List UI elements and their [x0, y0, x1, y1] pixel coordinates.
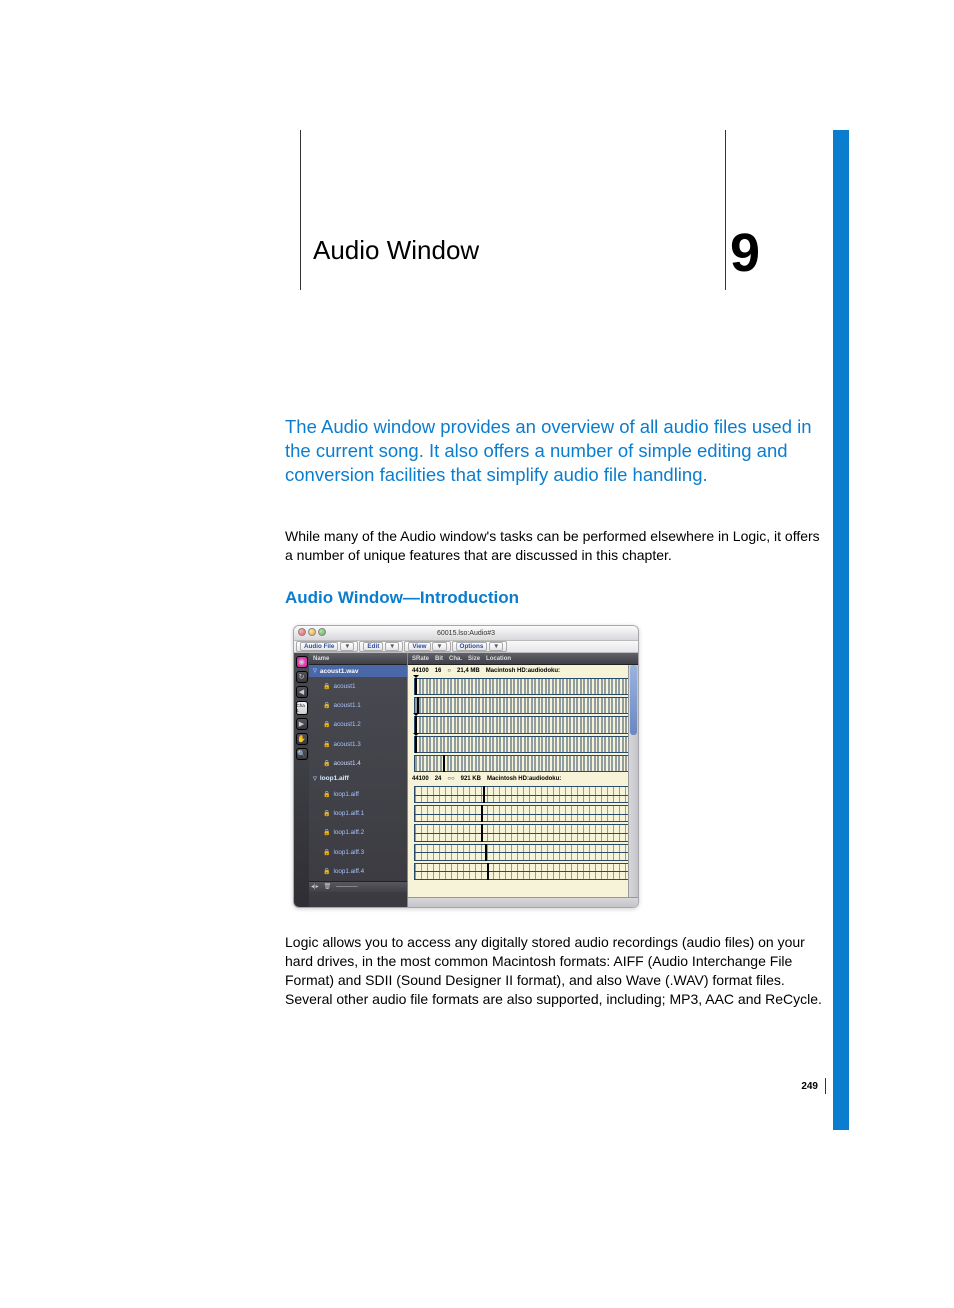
region-row[interactable]: 🔒acoust1.4: [309, 754, 407, 773]
waveform[interactable]: [408, 862, 638, 881]
region-row[interactable]: 🔒acoust1: [309, 677, 407, 696]
minimize-icon[interactable]: [308, 628, 316, 636]
lock-icon: 🔒: [323, 721, 330, 728]
waveform[interactable]: [408, 754, 638, 773]
lock-icon: 🔒: [323, 849, 330, 856]
lock-icon: 🔒: [323, 810, 330, 817]
waveform[interactable]: [408, 677, 638, 696]
tool-button-pointer[interactable]: ▶: [296, 718, 308, 730]
region-row[interactable]: 🔒loop1.aiff.1: [309, 804, 407, 823]
file-row[interactable]: ▽loop1.aiff: [309, 773, 407, 785]
waveform-column: SRate Bit Cha. Size Location 4410016○21,…: [407, 653, 638, 907]
disclosure-icon[interactable]: ▽: [313, 668, 317, 674]
disclosure-icon[interactable]: ▽: [313, 776, 317, 782]
chapter-number: 9: [730, 222, 760, 284]
window-menubar: Audio File ▼ Edit ▼ View ▼ Options ▼: [294, 641, 638, 653]
zoom-icon[interactable]: [318, 628, 326, 636]
lock-icon: 🔒: [323, 829, 330, 836]
region-row[interactable]: 🔒acoust1.2: [309, 715, 407, 734]
region-row[interactable]: 🔒acoust1.1: [309, 696, 407, 715]
list-header: Name: [309, 653, 407, 665]
window-title: 60015.lso:Audio#3: [437, 630, 495, 637]
menu-audio-file[interactable]: Audio File ▼: [296, 641, 358, 652]
region-row[interactable]: 🔒loop1.aiff.2: [309, 823, 407, 842]
waveform[interactable]: [408, 804, 638, 823]
header-rule-left: [300, 130, 301, 290]
waveform[interactable]: [408, 785, 638, 804]
lock-icon: 🔒: [323, 868, 330, 875]
file-info-row: 4410024○○921 KBMacintosh HD:audiodoku:: [408, 773, 638, 785]
figure-audio-window: 60015.lso:Audio#3 Audio File ▼ Edit ▼ Vi…: [293, 625, 639, 908]
tool-button-hand[interactable]: ✋: [296, 733, 308, 745]
file-row[interactable]: ▽acoust1.wav: [309, 665, 407, 677]
waveform[interactable]: [408, 715, 638, 734]
region-row[interactable]: 🔒acoust1.3: [309, 735, 407, 754]
window-traffic-lights[interactable]: [298, 628, 326, 636]
page-number-rule: [825, 1078, 826, 1094]
window-titlebar: 60015.lso:Audio#3: [294, 626, 638, 641]
tool-button-1[interactable]: ◉: [296, 656, 308, 668]
body-paragraph-2: Logic allows you to access any digitally…: [285, 933, 830, 1009]
tool-button-zoom[interactable]: 🔍: [296, 748, 308, 760]
close-icon[interactable]: [298, 628, 306, 636]
tool-column: ◉ ↻ ◀ Cha 1 ▶ ✋ 🔍: [294, 653, 309, 907]
tool-button-loop[interactable]: ↻: [296, 671, 308, 683]
region-row[interactable]: 🔒loop1.aiff.3: [309, 843, 407, 862]
lock-icon: 🔒: [323, 791, 330, 798]
waveform[interactable]: [408, 823, 638, 842]
waveform[interactable]: [408, 696, 638, 715]
menu-options[interactable]: Options ▼: [452, 641, 508, 652]
section-title: Audio Window—Introduction: [285, 588, 519, 608]
region-row[interactable]: 🔒loop1.aiff.4: [309, 862, 407, 881]
lock-icon: 🔒: [323, 760, 330, 767]
file-info-row: 4410016○21,4 MBMacintosh HD:audiodoku:: [408, 665, 638, 677]
tool-button-channel[interactable]: Cha 1: [296, 701, 308, 715]
lock-icon: 🔒: [323, 683, 330, 690]
list-bottom-bar: ◂|▸ 🗑 ─────: [309, 881, 407, 892]
scrollbar-vertical[interactable]: [628, 665, 638, 897]
lock-icon: 🔒: [323, 702, 330, 709]
waveform[interactable]: [408, 735, 638, 754]
tool-button-speaker[interactable]: ◀: [296, 686, 308, 698]
chapter-title: Audio Window: [285, 235, 725, 266]
lock-icon: 🔒: [323, 741, 330, 748]
menu-edit[interactable]: Edit ▼: [359, 641, 403, 652]
body-paragraph-1: While many of the Audio window's tasks c…: [285, 527, 830, 565]
chapter-edge-bar: [833, 130, 849, 1130]
page-number: 249: [801, 1081, 818, 1092]
scrollbar-horizontal[interactable]: [408, 897, 638, 907]
wave-header: SRate Bit Cha. Size Location: [408, 653, 638, 665]
waveform[interactable]: [408, 843, 638, 862]
chapter-intro: The Audio window provides an overview of…: [285, 415, 830, 487]
header-rule-right: [725, 130, 726, 290]
file-list-column: Name ▽acoust1.wav 🔒acoust1 🔒acoust1.1 🔒a…: [309, 653, 407, 907]
region-row[interactable]: 🔒loop1.aiff: [309, 785, 407, 804]
menu-view[interactable]: View ▼: [404, 641, 450, 652]
